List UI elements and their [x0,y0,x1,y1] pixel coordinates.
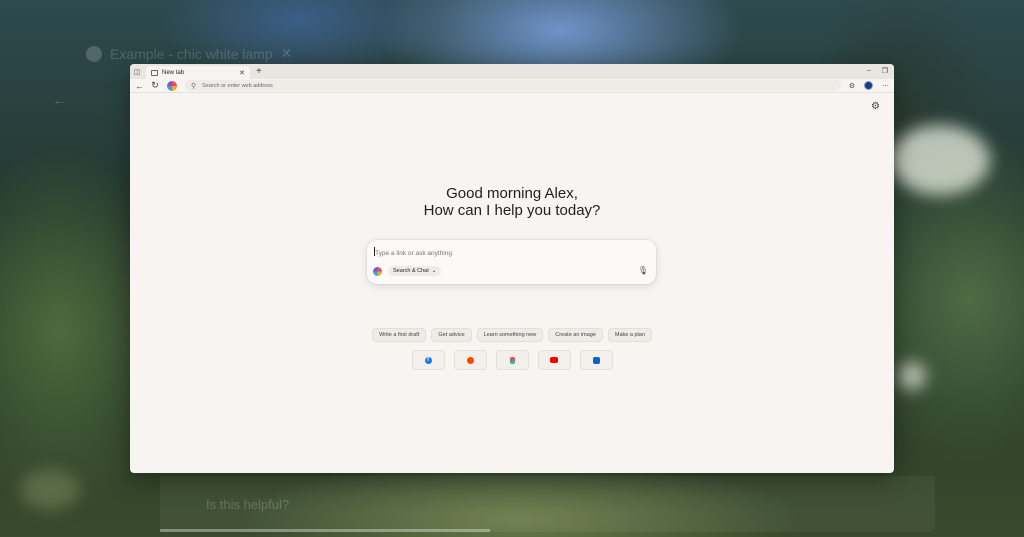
shortcut-figma[interactable] [495,350,529,370]
tab-new-tab[interactable]: New tab ✕ [146,66,250,79]
toolbar-right-icons: ⚙ ⋯ [849,81,889,90]
sidebar-toggle-icon[interactable]: ◫ [130,64,144,79]
chat-input[interactable] [375,248,615,258]
mode-selector[interactable]: Search & Chat ⌄ [373,266,442,276]
tab-strip: ◫ New tab ✕ + – ❐ [130,64,894,79]
chip-learn-something-new[interactable]: Learn something new [476,328,544,342]
ghost-tab-close-icon: ✕ [280,45,293,61]
settings-gear-icon[interactable]: ⚙ [871,101,880,112]
restore-icon[interactable]: ❐ [882,67,888,75]
greeting-line-2: How can I help you today? [423,202,601,219]
ghost-back-arrow-icon: ← [52,92,68,109]
window-controls: – ❐ [867,67,888,75]
ghost-progress-bar [160,529,490,532]
address-bar-placeholder: Search or enter web address [202,82,273,89]
ghost-tab-favicon-icon [86,45,102,62]
flower-blur [898,362,926,390]
reload-icon[interactable]: ↻ [151,80,159,91]
mode-dropdown[interactable]: Search & Chat ⌄ [388,266,442,276]
new-tab-page: ⚙ Good morning Alex, How can I help you … [130,93,894,473]
minimize-icon[interactable]: – [867,67,871,75]
youtube-icon [550,357,558,363]
search-icon: ⚲ [191,82,197,90]
shortcut-youtube[interactable] [537,350,571,370]
figma-icon [509,356,515,364]
ghost-tab-title: Example - chic white lamp [110,45,273,62]
shortcut-linkedin[interactable] [579,350,613,370]
suggestion-chips: Write a first draft Get advice Learn som… [130,328,894,342]
tab-close-icon[interactable]: ✕ [239,69,245,77]
chat-input-box: Search & Chat ⌄ 🎙 [367,240,656,284]
ghost-helpful-text: Is this helpful? [206,496,290,512]
ghost-feedback-bar: Is this helpful? [160,476,935,532]
browser-toolbar: ← ↻ ⚲ Search or enter web address ⚙ ⋯ [130,79,894,93]
copilot-icon [373,266,382,276]
new-tab-favicon-icon [151,69,158,76]
greeting-line-1: Good morning Alex, [446,185,578,202]
grass-blur [20,470,80,510]
new-tab-button[interactable]: + [256,66,262,77]
chip-get-advice[interactable]: Get advice [431,328,472,342]
shortcut-facebook[interactable]: f [411,350,445,370]
profile-avatar[interactable] [864,81,873,90]
shortcut-reddit[interactable] [453,350,487,370]
mode-label: Search & Chat [393,268,429,274]
chevron-down-icon: ⌄ [431,268,437,274]
flower-blur [890,125,990,195]
more-menu-icon[interactable]: ⋯ [882,82,889,90]
address-bar[interactable]: ⚲ Search or enter web address [185,80,841,91]
extensions-icon[interactable]: ⚙ [849,82,855,90]
linkedin-icon [592,356,600,364]
greeting-heading: Good morning Alex, How can I help you to… [130,185,894,219]
microphone-icon[interactable]: 🎙 [638,266,648,275]
chip-create-image[interactable]: Create an image [548,328,603,342]
reddit-icon [466,356,474,364]
chip-make-plan[interactable]: Make a plan [607,328,652,342]
facebook-icon: f [424,356,432,364]
browser-logo-icon[interactable] [167,80,177,91]
tab-title: New tab [162,69,185,76]
back-arrow-icon[interactable]: ← [135,81,144,91]
ghost-tab: Example - chic white lamp ✕ [86,45,292,62]
chip-write-first-draft[interactable]: Write a first draft [372,328,427,342]
shortcut-tiles: f [130,350,894,370]
browser-window: ◫ New tab ✕ + – ❐ ← ↻ ⚲ Search or enter … [130,64,894,473]
